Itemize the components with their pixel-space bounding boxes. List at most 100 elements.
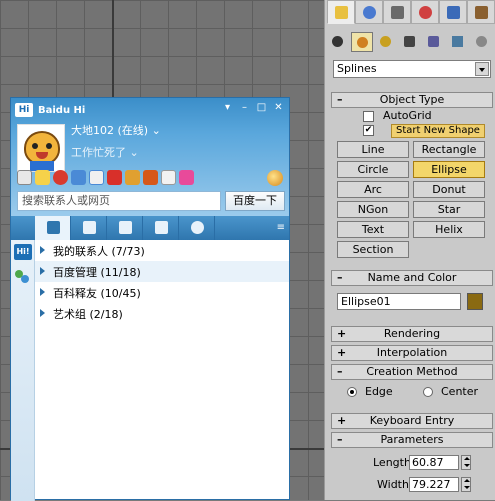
edge-radio[interactable] [347, 387, 357, 397]
rectangle-button[interactable]: Rectangle [413, 141, 485, 158]
category-value: Splines [337, 62, 377, 75]
quick-toolbar [17, 170, 194, 185]
object-color-swatch[interactable] [467, 293, 483, 310]
tab-modify[interactable] [355, 0, 383, 24]
width-field[interactable]: 79.227 [409, 477, 459, 492]
start-new-shape-button[interactable]: Start New Shape [391, 124, 485, 138]
nickname-text: 大地102 (在线) [71, 124, 149, 137]
ellipse-button[interactable]: Ellipse [413, 161, 485, 178]
shapes-category[interactable] [351, 32, 373, 52]
note-icon[interactable] [35, 170, 50, 185]
tab-hierarchy[interactable] [383, 0, 411, 24]
camera-icon [404, 36, 415, 47]
sphere-icon [332, 36, 343, 47]
tab-motion[interactable] [411, 0, 439, 24]
circle-button[interactable]: Circle [337, 161, 409, 178]
groups-icon [83, 221, 96, 234]
text-button[interactable]: Text [337, 221, 409, 238]
window-controls: ▾ – □ ✕ [221, 101, 285, 114]
start-new-shape-checkbox[interactable]: ✔ [363, 125, 374, 136]
rollout-title: Parameters [380, 433, 444, 446]
length-field[interactable]: 60.87 [409, 455, 459, 470]
bag-icon[interactable] [125, 170, 140, 185]
chevron-down-icon [475, 62, 489, 76]
tab-contacts[interactable] [35, 216, 71, 240]
alert-icon[interactable] [53, 170, 68, 185]
tab-cluster[interactable] [107, 216, 143, 240]
tab-utilities[interactable] [467, 0, 495, 24]
arc-button[interactable]: Arc [337, 181, 409, 198]
systems-category[interactable] [471, 32, 493, 52]
expand-icon: + [337, 327, 347, 340]
group-item[interactable]: 艺术组 (2/18) [35, 303, 289, 324]
display-icon [447, 6, 460, 19]
close-icon[interactable]: ✕ [272, 101, 285, 114]
mail-icon[interactable] [107, 170, 122, 185]
lights-category[interactable] [375, 32, 397, 52]
center-radio[interactable] [423, 387, 433, 397]
document-icon[interactable] [161, 170, 176, 185]
skin-palette-icon[interactable] [267, 170, 283, 186]
group-label: 艺术组 (2/18) [53, 307, 123, 321]
edit-icon[interactable] [89, 170, 104, 185]
photo-icon[interactable] [143, 170, 158, 185]
list-menu-icon[interactable]: ≡ [277, 222, 285, 233]
object-name-field[interactable]: Ellipse01 [337, 293, 461, 310]
friends-icon[interactable] [15, 270, 31, 284]
line-button[interactable]: Line [337, 141, 409, 158]
star-icon[interactable] [179, 170, 194, 185]
signature[interactable]: 工作忙死了 ⌄ [71, 144, 139, 160]
group-item[interactable]: 百科释友 (10/45) [35, 282, 289, 303]
length-spinner[interactable] [461, 455, 471, 470]
tab-recent[interactable] [143, 216, 179, 240]
chat-icon[interactable] [71, 170, 86, 185]
cameras-category[interactable] [399, 32, 421, 52]
window-title: Baidu Hi [38, 104, 86, 116]
expand-arrow-icon [40, 267, 45, 275]
group-item[interactable]: 百度管理 (11/18) [35, 261, 289, 282]
collapse-icon: – [337, 271, 343, 284]
object-type-rollout[interactable]: – Object Type [331, 92, 493, 108]
tab-create[interactable] [327, 0, 355, 24]
star-button[interactable]: Star [413, 201, 485, 218]
autogrid-label: AutoGrid [383, 109, 432, 122]
category-dropdown[interactable]: Splines [333, 60, 491, 78]
settings-icon[interactable] [17, 170, 32, 185]
rollout-title: Creation Method [366, 365, 458, 378]
search-input[interactable]: 搜索联系人或网页 [17, 191, 221, 211]
width-spinner[interactable] [461, 477, 471, 492]
keyboard-entry-rollout[interactable]: + Keyboard Entry [331, 413, 493, 429]
section-button[interactable]: Section [337, 241, 409, 258]
search-button[interactable]: 百度一下 [225, 191, 285, 211]
helpers-category[interactable] [423, 32, 445, 52]
rollout-title: Interpolation [376, 346, 448, 359]
name-and-color-rollout[interactable]: – Name and Color [331, 270, 493, 286]
center-label: Center [441, 385, 479, 398]
minimize-icon[interactable]: – [238, 101, 251, 114]
spacewarps-category[interactable] [447, 32, 469, 52]
parameters-rollout[interactable]: – Parameters [331, 432, 493, 448]
group-item[interactable]: 我的联系人 (7/73) [35, 240, 289, 261]
nickname-status[interactable]: 大地102 (在线) ⌄ [71, 122, 161, 138]
interpolation-rollout[interactable]: + Interpolation [331, 345, 493, 361]
helix-button[interactable]: Helix [413, 221, 485, 238]
tiger-face [24, 131, 60, 165]
dropdown-icon[interactable]: ▾ [221, 101, 234, 114]
window-title-bar[interactable]: Hi Baidu Hi [15, 102, 85, 118]
donut-button[interactable]: Donut [413, 181, 485, 198]
autogrid-checkbox[interactable] [363, 111, 374, 122]
ngon-button[interactable]: NGon [337, 201, 409, 218]
avatar[interactable] [17, 124, 65, 172]
chevron-down-icon: ⌄ [129, 146, 139, 159]
create-icon [335, 6, 348, 19]
rendering-rollout[interactable]: + Rendering [331, 326, 493, 342]
geometry-category[interactable] [327, 32, 349, 52]
hi-logo-icon[interactable]: Hi! [14, 244, 32, 260]
tab-messages[interactable] [179, 216, 215, 240]
creation-method-rollout[interactable]: – Creation Method [331, 364, 493, 380]
collapse-icon: – [337, 365, 343, 378]
command-panel: Splines – Object Type AutoGrid ✔ Start N… [324, 0, 495, 500]
tab-groups[interactable] [71, 216, 107, 240]
tab-display[interactable] [439, 0, 467, 24]
maximize-icon[interactable]: □ [255, 101, 268, 114]
